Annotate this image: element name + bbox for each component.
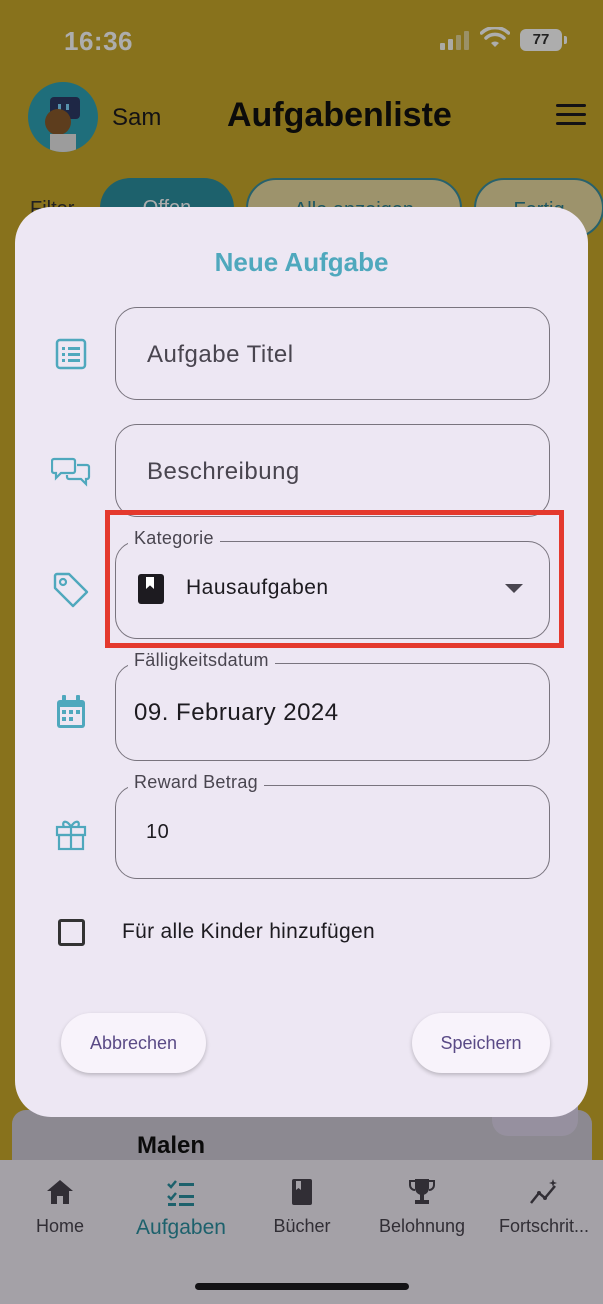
- due-date-value: 09. February 2024: [134, 699, 339, 726]
- description-placeholder: Beschreibung: [147, 458, 300, 485]
- tag-icon: [53, 572, 89, 608]
- highlight-box: [105, 510, 564, 648]
- due-date-label: Fälligkeitsdatum: [128, 650, 275, 671]
- calendar-icon: [57, 695, 85, 728]
- gift-icon: [55, 820, 87, 851]
- all-children-label: Für alle Kinder hinzufügen: [122, 920, 375, 943]
- all-children-checkbox[interactable]: [58, 919, 85, 946]
- reward-label: Reward Betrag: [128, 772, 264, 793]
- reward-amount-input[interactable]: Reward Betrag 10: [115, 772, 550, 879]
- chat-icon: [51, 457, 91, 487]
- save-button[interactable]: Speichern: [412, 1013, 550, 1073]
- new-task-dialog: Neue Aufgabe Aufgabe Titel Beschreibung …: [15, 207, 588, 1117]
- due-date-field[interactable]: Fälligkeitsdatum 09. February 2024: [115, 650, 550, 761]
- dialog-title: Neue Aufgabe: [214, 247, 389, 277]
- list-icon: [55, 338, 87, 370]
- description-input[interactable]: Beschreibung: [115, 424, 550, 517]
- task-title-placeholder: Aufgabe Titel: [147, 341, 294, 368]
- reward-value: 10: [146, 821, 170, 843]
- cancel-button[interactable]: Abbrechen: [61, 1013, 206, 1073]
- task-title-input[interactable]: Aufgabe Titel: [115, 307, 550, 400]
